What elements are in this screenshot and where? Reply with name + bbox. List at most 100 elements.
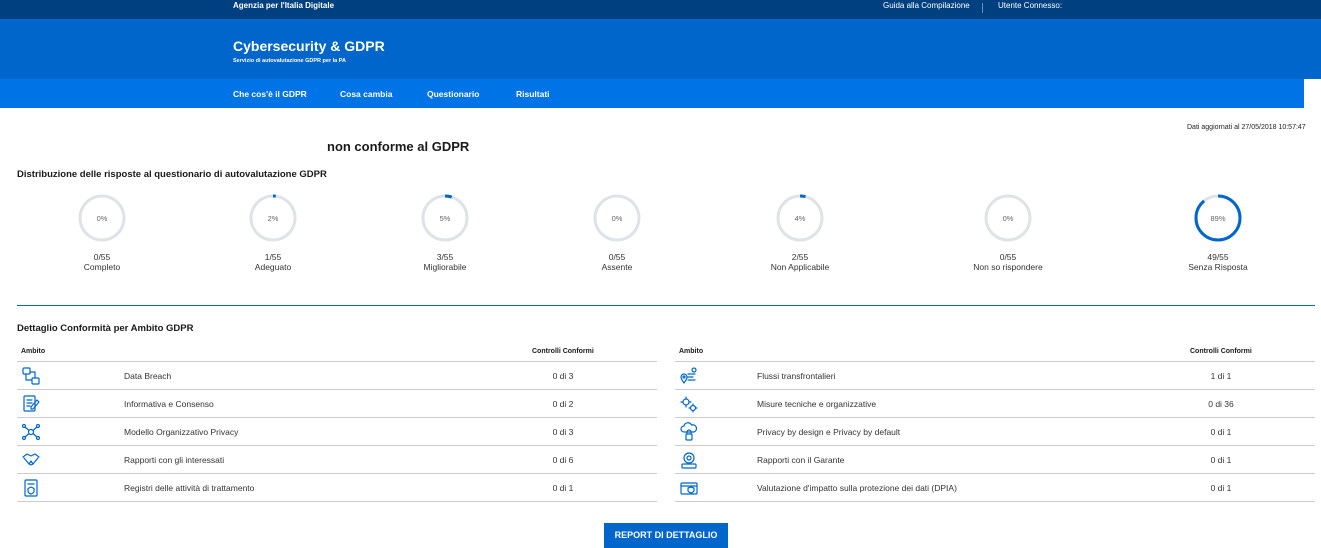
data-breach-icon (21, 366, 41, 386)
col-ambito: Ambito (679, 348, 704, 355)
handshake-icon (21, 450, 41, 470)
nav-item-gdpr[interactable]: Che cos'è il GDPR (233, 89, 307, 99)
authority-icon (679, 450, 699, 470)
guide-link[interactable]: Guida alla Compilazione (883, 1, 970, 10)
user-connected-label: Utente Connesso: (998, 1, 1063, 10)
gauge-percent: 89% (1210, 214, 1225, 223)
table-row: Privacy by design e Privacy by default 0 … (675, 418, 1315, 446)
ambito-name: Privacy by design e Privacy by default (757, 427, 901, 437)
gauge-percent: 5% (440, 214, 451, 223)
controlli-value: 0 di 36 (1208, 399, 1234, 409)
gauge-non-so-rispondere: 0% 0/55 Non so rispondere (938, 193, 1078, 273)
distribution-title: Distribuzione delle risposte al question… (17, 169, 327, 180)
gauge-completo: 0% 0/55 Completo (32, 193, 172, 273)
gauge-ring: 4% (776, 194, 824, 242)
site-subtitle: Servizio di autovalutazione GDPR per la … (233, 58, 346, 64)
table-row: Rapporti con il Garante 0 di 1 (675, 446, 1315, 474)
gauge-non-applicabile: 4% 2/55 Non Applicabile (730, 193, 870, 273)
gauge-label: Migliorabile (423, 262, 467, 272)
table-row: Data Breach 0 di 3 (17, 362, 657, 390)
table-row: Misure tecniche e organizzative 0 di 36 (675, 390, 1315, 418)
gauge-senza-risposta: 89% 49/55 Senza Risposta (1148, 193, 1288, 273)
gauge-label: Non so rispondere (973, 262, 1043, 272)
ambito-name: Informativa e Consenso (124, 399, 214, 409)
table-header: Ambito Controlli Conformi (675, 344, 1315, 362)
gears-icon (679, 394, 699, 414)
table-row: Registri delle attività di trattamento 0 … (17, 474, 657, 502)
site-title[interactable]: Cybersecurity & GDPR (233, 38, 385, 54)
gauge-label: Completo (83, 262, 121, 272)
gauge-percent: 0% (612, 214, 623, 223)
gauge-count: 3/55 (436, 252, 454, 262)
gauge-count: 0/55 (608, 252, 626, 262)
ambito-name: Rapporti con gli interessati (124, 455, 225, 465)
ambito-name: Flussi transfrontalieri (757, 371, 836, 381)
controlli-value: 0 di 2 (552, 399, 574, 409)
top-bar: Agenzia per l'Italia Digitale Guida alla… (0, 0, 1321, 19)
controlli-value: 0 di 3 (552, 371, 574, 381)
col-controlli: Controlli Conformi (532, 348, 594, 355)
ambito-name: Data Breach (124, 371, 172, 381)
controlli-value: 0 di 1 (552, 483, 574, 493)
gauge-percent: 4% (795, 214, 806, 223)
ambito-table-left: Ambito Controlli Conformi Data Breach 0 d… (17, 344, 657, 502)
site-header: Cybersecurity & GDPR Servizio di autoval… (0, 19, 1321, 82)
gauge-ring: 5% (421, 194, 469, 242)
report-detail-button[interactable]: REPORT DI DETTAGLIO (604, 523, 728, 548)
table-row: Informativa e Consenso 0 di 2 (17, 390, 657, 418)
location-flow-icon (679, 366, 699, 386)
gauge-migliorabile: 5% 3/55 Migliorabile (375, 193, 515, 273)
gauge-count: 0/55 (93, 252, 111, 262)
ambito-name: Modello Organizzativo Privacy (124, 427, 239, 437)
gauge-label: Non Applicabile (770, 262, 830, 272)
gauge-percent: 2% (268, 214, 279, 223)
cloud-lock-icon (679, 422, 699, 442)
table-row: Rapporti con gli interessati 0 di 6 (17, 446, 657, 474)
topbar-separator (982, 3, 983, 13)
controlli-value: 0 di 3 (552, 427, 574, 437)
table-row: Flussi transfrontalieri 1 di 1 (675, 362, 1315, 390)
ambito-name: Registri delle attività di trattamento (124, 483, 255, 493)
gauge-label: Senza Risposta (1188, 262, 1248, 272)
controlli-value: 0 di 1 (1210, 483, 1232, 493)
ambito-table-right: Ambito Controlli Conformi Flussi transfr… (675, 344, 1315, 502)
gauge-assente: 0% 0/55 Assente (547, 193, 687, 273)
gauge-ring: 0% (984, 194, 1032, 242)
main-nav: Che cos'è il GDPR Cosa cambia Questionar… (0, 79, 1304, 108)
gauge-adeguato: 2% 1/55 Adeguato (203, 193, 343, 273)
controlli-value: 1 di 1 (1210, 371, 1232, 381)
col-ambito: Ambito (21, 348, 46, 355)
controlli-value: 0 di 1 (1210, 455, 1232, 465)
table-header: Ambito Controlli Conformi (17, 344, 657, 362)
gauge-label: Assente (601, 262, 633, 272)
shield-card-icon (679, 478, 699, 498)
ambito-name: Rapporti con il Garante (757, 455, 845, 465)
gauge-count: 2/55 (791, 252, 809, 262)
section-divider (17, 305, 1315, 306)
informativa-icon (21, 394, 41, 414)
controlli-value: 0 di 1 (1210, 427, 1232, 437)
gauge-ring: 0% (593, 194, 641, 242)
gauge-count: 49/55 (1207, 252, 1229, 262)
compliance-status: non conforme al GDPR (327, 139, 470, 154)
gauge-percent: 0% (1003, 214, 1014, 223)
nav-item-questionario[interactable]: Questionario (427, 89, 479, 99)
header-notch (1304, 79, 1321, 82)
nav-item-cosa-cambia[interactable]: Cosa cambia (340, 89, 392, 99)
agency-link[interactable]: Agenzia per l'Italia Digitale (233, 1, 334, 10)
gauge-ring: 89% (1194, 194, 1242, 242)
gauge-count: 0/55 (999, 252, 1017, 262)
nav-item-risultati[interactable]: Risultati (516, 89, 550, 99)
ambito-name: Valutazione d'impatto sulla protezione d… (757, 483, 957, 493)
gauge-count: 1/55 (264, 252, 282, 262)
controlli-value: 0 di 6 (552, 455, 574, 465)
gauge-ring: 0% (78, 194, 126, 242)
network-icon (21, 422, 41, 442)
col-controlli: Controlli Conformi (1190, 348, 1252, 355)
gauge-percent: 0% (97, 214, 108, 223)
gauge-ring: 2% (249, 194, 297, 242)
table-row: Modello Organizzativo Privacy 0 di 3 (17, 418, 657, 446)
updated-timestamp: Dati aggiornati al 27/05/2018 10:57:47 (1187, 124, 1306, 131)
table-row: Valutazione d'impatto sulla protezione d… (675, 474, 1315, 502)
ambito-name: Misure tecniche e organizzative (757, 399, 877, 409)
